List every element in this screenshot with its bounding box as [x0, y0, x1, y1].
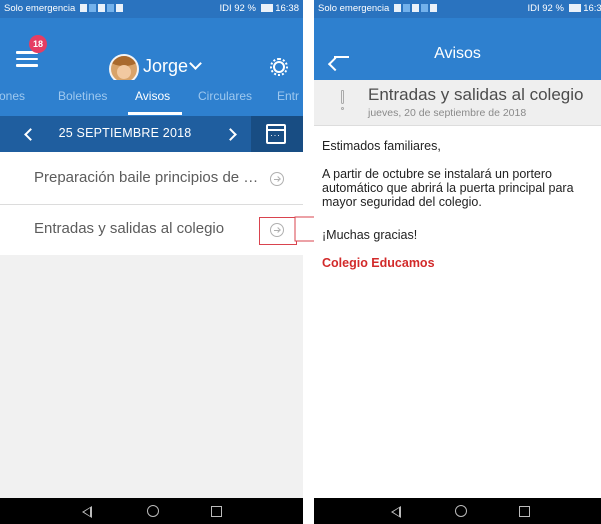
current-date: 25 SEPTIEMBRE 2018: [58, 126, 192, 140]
settings-icon[interactable]: [270, 58, 288, 76]
status-left: Solo emergencia: [318, 0, 437, 18]
tab-opciones[interactable]: ones: [0, 89, 25, 103]
notification-icon: [393, 4, 401, 12]
menu-icon[interactable]: [16, 51, 38, 71]
list-item[interactable]: Preparación baile principios de octubre: [0, 154, 303, 205]
nav-home-icon[interactable]: [455, 505, 467, 517]
notice-title: Entradas y salidas al colegio: [368, 85, 584, 104]
notice-body: A partir de octubre se instalará un port…: [322, 167, 574, 209]
app-header: 18 Jorge: [0, 18, 303, 84]
status-right: IDI 92 % 16:38: [528, 0, 601, 18]
arrow-circle-right-icon[interactable]: [270, 172, 284, 186]
tab-circulares[interactable]: Circulares: [198, 89, 252, 103]
page-title: Avisos: [434, 45, 481, 62]
status-left: Solo emergencia: [4, 0, 123, 18]
tab-boletines[interactable]: Boletines: [58, 89, 107, 103]
carrier-text: Solo emergencia: [318, 3, 390, 14]
notification-icon: [106, 4, 114, 12]
battery-text: IDI 92 %: [219, 3, 256, 14]
chevron-down-icon[interactable]: [189, 57, 202, 70]
notice-thanks: ¡Muchas gracias!: [322, 228, 418, 242]
system-nav-bar: [0, 498, 303, 524]
clock: 16:38: [583, 3, 601, 14]
nav-home-icon[interactable]: [147, 505, 159, 517]
nav-back-icon[interactable]: [391, 506, 401, 518]
image-icon: [429, 4, 437, 12]
list-item[interactable]: Entradas y salidas al colegio: [0, 205, 303, 256]
notice-title: Preparación baile principios de octubre: [34, 169, 264, 186]
image-icon: [115, 4, 123, 12]
play-icon: [97, 4, 105, 12]
system-nav-bar: [314, 498, 601, 524]
nav-recents-icon[interactable]: [519, 506, 530, 517]
notification-icon: [402, 4, 410, 12]
clock: 16:38: [275, 3, 299, 14]
active-tab-indicator: [128, 112, 182, 115]
status-bar: Solo emergencia IDI 92 % 16:38: [0, 0, 303, 18]
notification-icon: [88, 4, 96, 12]
battery-icon: [260, 4, 273, 12]
carrier-text: Solo emergencia: [4, 3, 76, 14]
status-bar: Solo emergencia IDI 92 % 16:38: [314, 0, 601, 18]
battery-text: IDI 92 %: [527, 3, 564, 14]
calendar-icon: [266, 124, 286, 144]
nav-recents-icon[interactable]: [211, 506, 222, 517]
user-name[interactable]: Jorge: [143, 56, 188, 77]
notice-date: jueves, 20 de septiembre de 2018: [368, 107, 527, 119]
list-empty-area: [0, 255, 303, 498]
notification-icon: [420, 4, 428, 12]
notification-icon: [79, 4, 87, 12]
tab-entrevistas[interactable]: Entr: [277, 89, 299, 103]
screen-gap: [303, 0, 314, 524]
battery-icon: [568, 4, 581, 12]
calendar-button[interactable]: [251, 116, 303, 152]
tab-bar: ones Boletines Avisos Circulares Entr: [0, 80, 303, 116]
notice-greeting: Estimados familiares,: [322, 139, 441, 153]
tab-avisos[interactable]: Avisos: [135, 89, 170, 103]
app-header: Avisos: [314, 18, 601, 80]
status-right: IDI 92 % 16:38: [220, 0, 300, 18]
phone-screen-notices-list: Solo emergencia IDI 92 % 16:38 18 Jorge …: [0, 0, 303, 524]
exclamation-icon: [340, 90, 345, 110]
nav-back-icon[interactable]: [82, 506, 92, 518]
notification-badge: 18: [29, 35, 47, 53]
play-icon: [411, 4, 419, 12]
notice-header: Entradas y salidas al colegio jueves, 20…: [314, 80, 601, 126]
notice-signature: Colegio Educamos: [322, 256, 435, 270]
notice-title: Entradas y salidas al colegio: [34, 220, 225, 237]
phone-screen-notice-detail: Solo emergencia IDI 92 % 16:38 Avisos En…: [314, 0, 601, 524]
